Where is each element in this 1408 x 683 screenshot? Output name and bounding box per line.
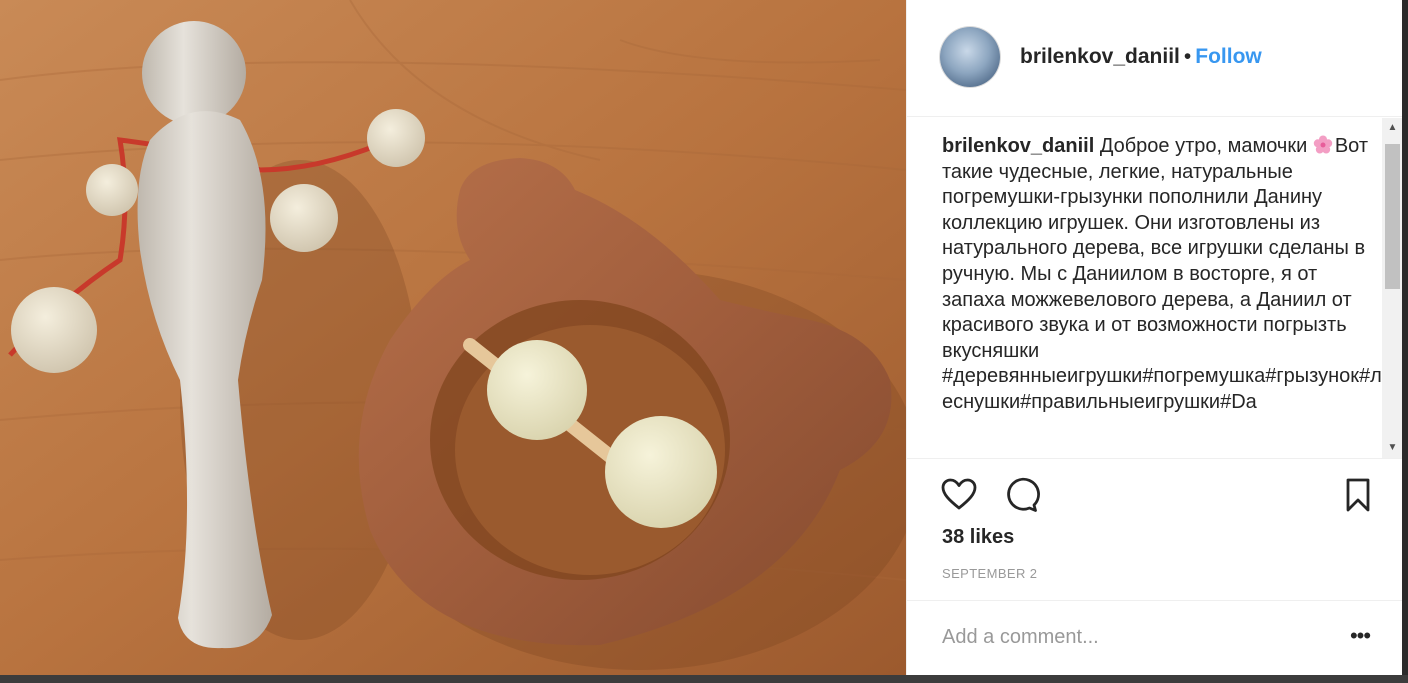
post-sidebar: brilenkov_daniil • Follow brilenkov_daniil… bbox=[906, 0, 1403, 675]
caption-text: brilenkov_daniil Доброе утро, мамочки Во… bbox=[942, 134, 1382, 416]
bookmark-icon bbox=[1339, 475, 1379, 515]
add-comment-input[interactable] bbox=[940, 621, 1324, 653]
caption-username[interactable]: brilenkov_daniil bbox=[942, 135, 1094, 157]
cherry-blossom-emoji-icon bbox=[1313, 135, 1333, 155]
more-options-icon[interactable]: ••• bbox=[1345, 621, 1375, 651]
scroll-thumb[interactable] bbox=[1385, 144, 1400, 289]
caption-scrollbar[interactable]: ▲ ▼ bbox=[1382, 118, 1403, 458]
caption-body: Вот такие чудесные, легкие, натуральные … bbox=[942, 135, 1369, 362]
action-bar bbox=[907, 458, 1403, 531]
save-button[interactable] bbox=[1339, 475, 1379, 515]
post-photo[interactable] bbox=[0, 0, 906, 675]
caption-greeting: Доброе утро, мамочки bbox=[1094, 135, 1313, 157]
like-button[interactable] bbox=[939, 475, 979, 515]
separator-dot: • bbox=[1183, 45, 1192, 68]
comment-bubble-icon bbox=[1001, 475, 1041, 515]
comment-bar: ••• bbox=[907, 600, 1403, 676]
scroll-down-arrow-icon[interactable]: ▼ bbox=[1382, 438, 1403, 458]
header-line: brilenkov_daniil • Follow bbox=[1020, 44, 1262, 70]
bottom-strip bbox=[0, 675, 1408, 683]
follow-button[interactable]: Follow bbox=[1195, 45, 1262, 68]
heart-icon bbox=[939, 475, 979, 515]
username-link[interactable]: brilenkov_daniil bbox=[1020, 45, 1180, 68]
window-edge bbox=[1402, 0, 1408, 683]
post-header: brilenkov_daniil • Follow bbox=[907, 0, 1403, 117]
caption-scroll-area[interactable]: brilenkov_daniil Доброе утро, мамочки Во… bbox=[907, 118, 1403, 458]
scroll-up-arrow-icon[interactable]: ▲ bbox=[1382, 118, 1403, 138]
likes-count[interactable]: 38 likes bbox=[942, 526, 1014, 549]
post-date: SEPTEMBER 2 bbox=[942, 566, 1038, 581]
caption-hashtags[interactable]: #деревянныеигрушки#погремушка#грызунок#л… bbox=[942, 365, 1382, 413]
comment-button[interactable] bbox=[1001, 475, 1041, 515]
profile-avatar[interactable] bbox=[940, 27, 1000, 87]
